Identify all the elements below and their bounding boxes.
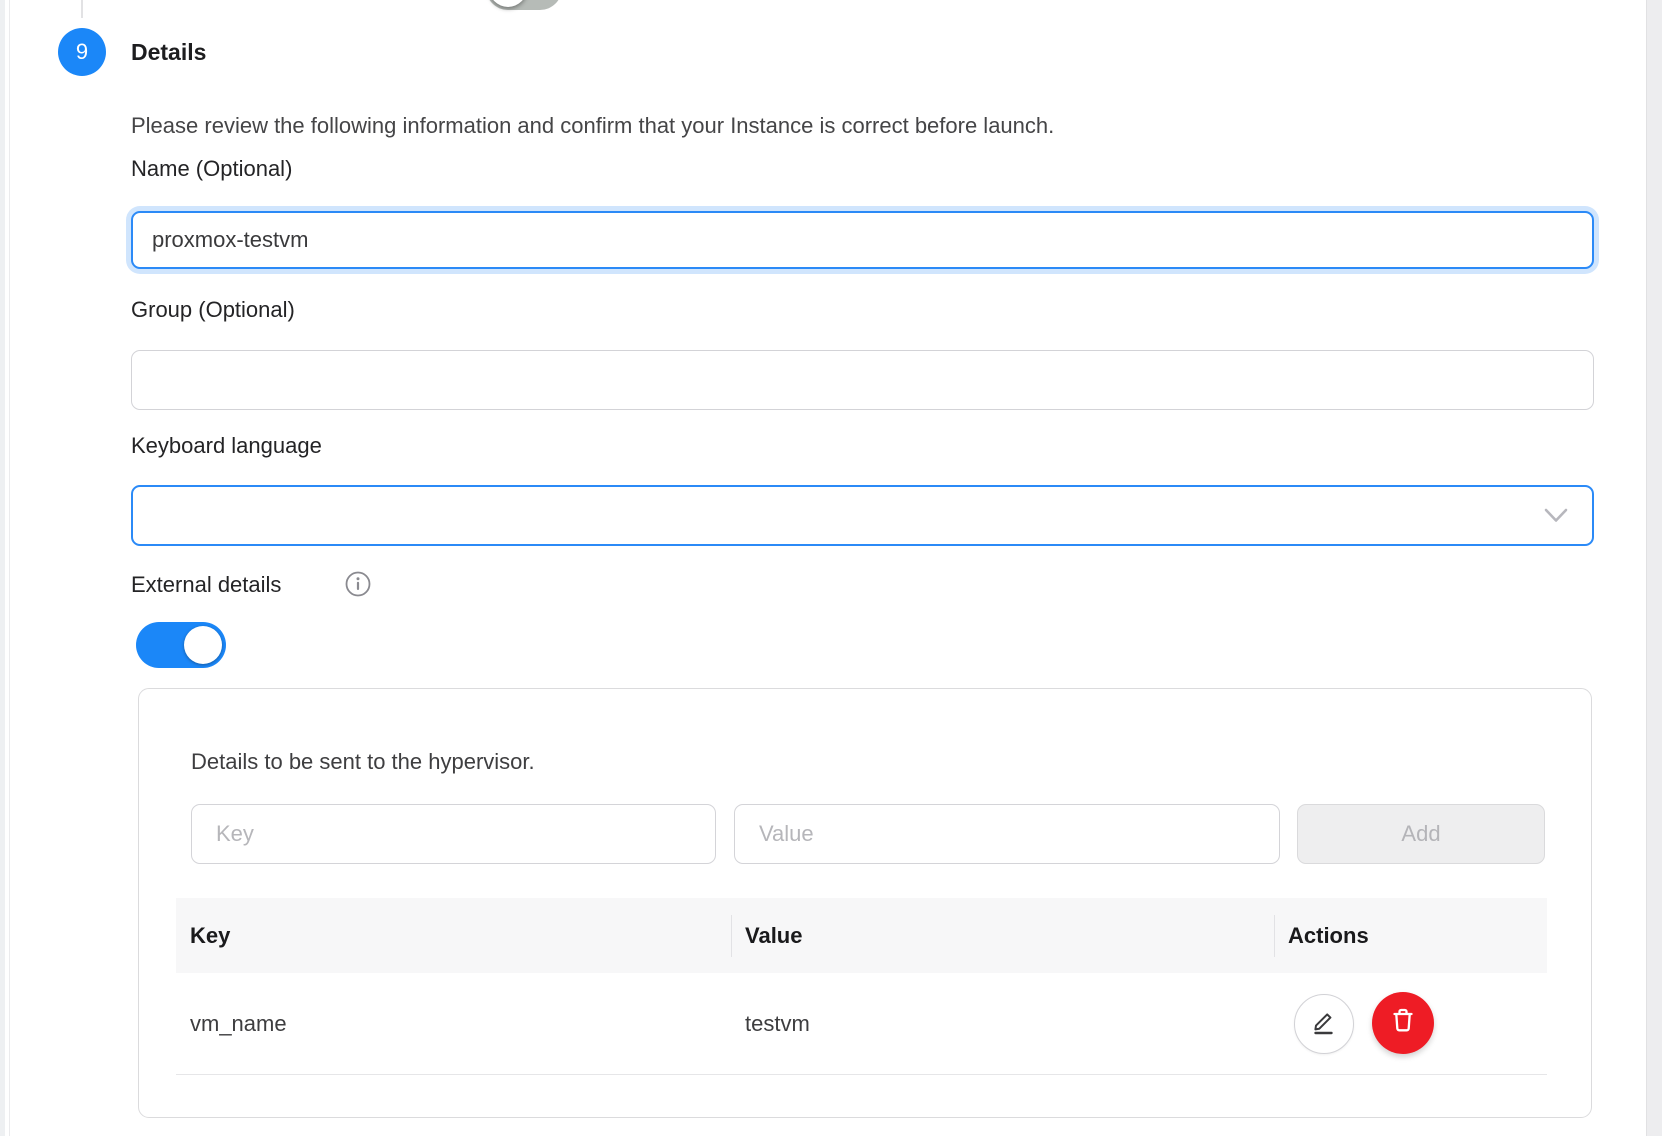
edit-button[interactable] [1294, 994, 1354, 1054]
external-details-label: External details [131, 572, 281, 598]
page-edge-strip [0, 0, 5, 1136]
stepper-connector-line [81, 0, 83, 18]
add-button-label: Add [1401, 821, 1440, 847]
row-value-cell: testvm [731, 1011, 1274, 1037]
header-separator [1274, 915, 1275, 957]
info-icon[interactable] [345, 571, 371, 597]
trash-icon [1388, 1006, 1418, 1041]
row-key-cell: vm_name [176, 1011, 731, 1037]
step-number-badge: 9 [58, 28, 106, 76]
name-label: Name (Optional) [131, 156, 292, 182]
chevron-down-icon [1544, 508, 1568, 529]
group-input[interactable] [131, 350, 1594, 410]
value-input[interactable] [734, 804, 1280, 864]
details-table: Key Value Actions vm_name testvm [176, 898, 1547, 1075]
keyboard-language-label: Keyboard language [131, 433, 322, 459]
card-left-border [9, 0, 10, 1136]
table-header-row: Key Value Actions [176, 898, 1547, 973]
keyboard-language-select[interactable] [131, 485, 1594, 546]
previous-section-toggle[interactable] [486, 0, 562, 10]
name-input[interactable] [131, 211, 1594, 269]
delete-button[interactable] [1372, 992, 1434, 1054]
wizard-step-details: 9 Details Please review the following in… [0, 0, 1662, 1136]
toggle-knob [184, 626, 222, 664]
table-row: vm_name testvm [176, 973, 1547, 1075]
add-button[interactable]: Add [1297, 804, 1545, 864]
table-header-actions: Actions [1274, 923, 1547, 949]
previous-toggle-knob [489, 0, 527, 7]
hypervisor-card-description: Details to be sent to the hypervisor. [191, 749, 535, 775]
page-scrollbar[interactable] [1646, 0, 1662, 1136]
step-title: Details [131, 39, 206, 66]
pencil-icon [1310, 1008, 1338, 1041]
table-header-value: Value [731, 923, 1274, 949]
table-header-key: Key [176, 923, 731, 949]
header-separator [731, 915, 732, 957]
key-input[interactable] [191, 804, 716, 864]
external-details-toggle[interactable] [136, 622, 226, 668]
hypervisor-details-card: Details to be sent to the hypervisor. Ad… [138, 688, 1592, 1118]
row-actions-cell [1274, 973, 1547, 1074]
group-label: Group (Optional) [131, 297, 295, 323]
step-description: Please review the following information … [131, 113, 1054, 139]
